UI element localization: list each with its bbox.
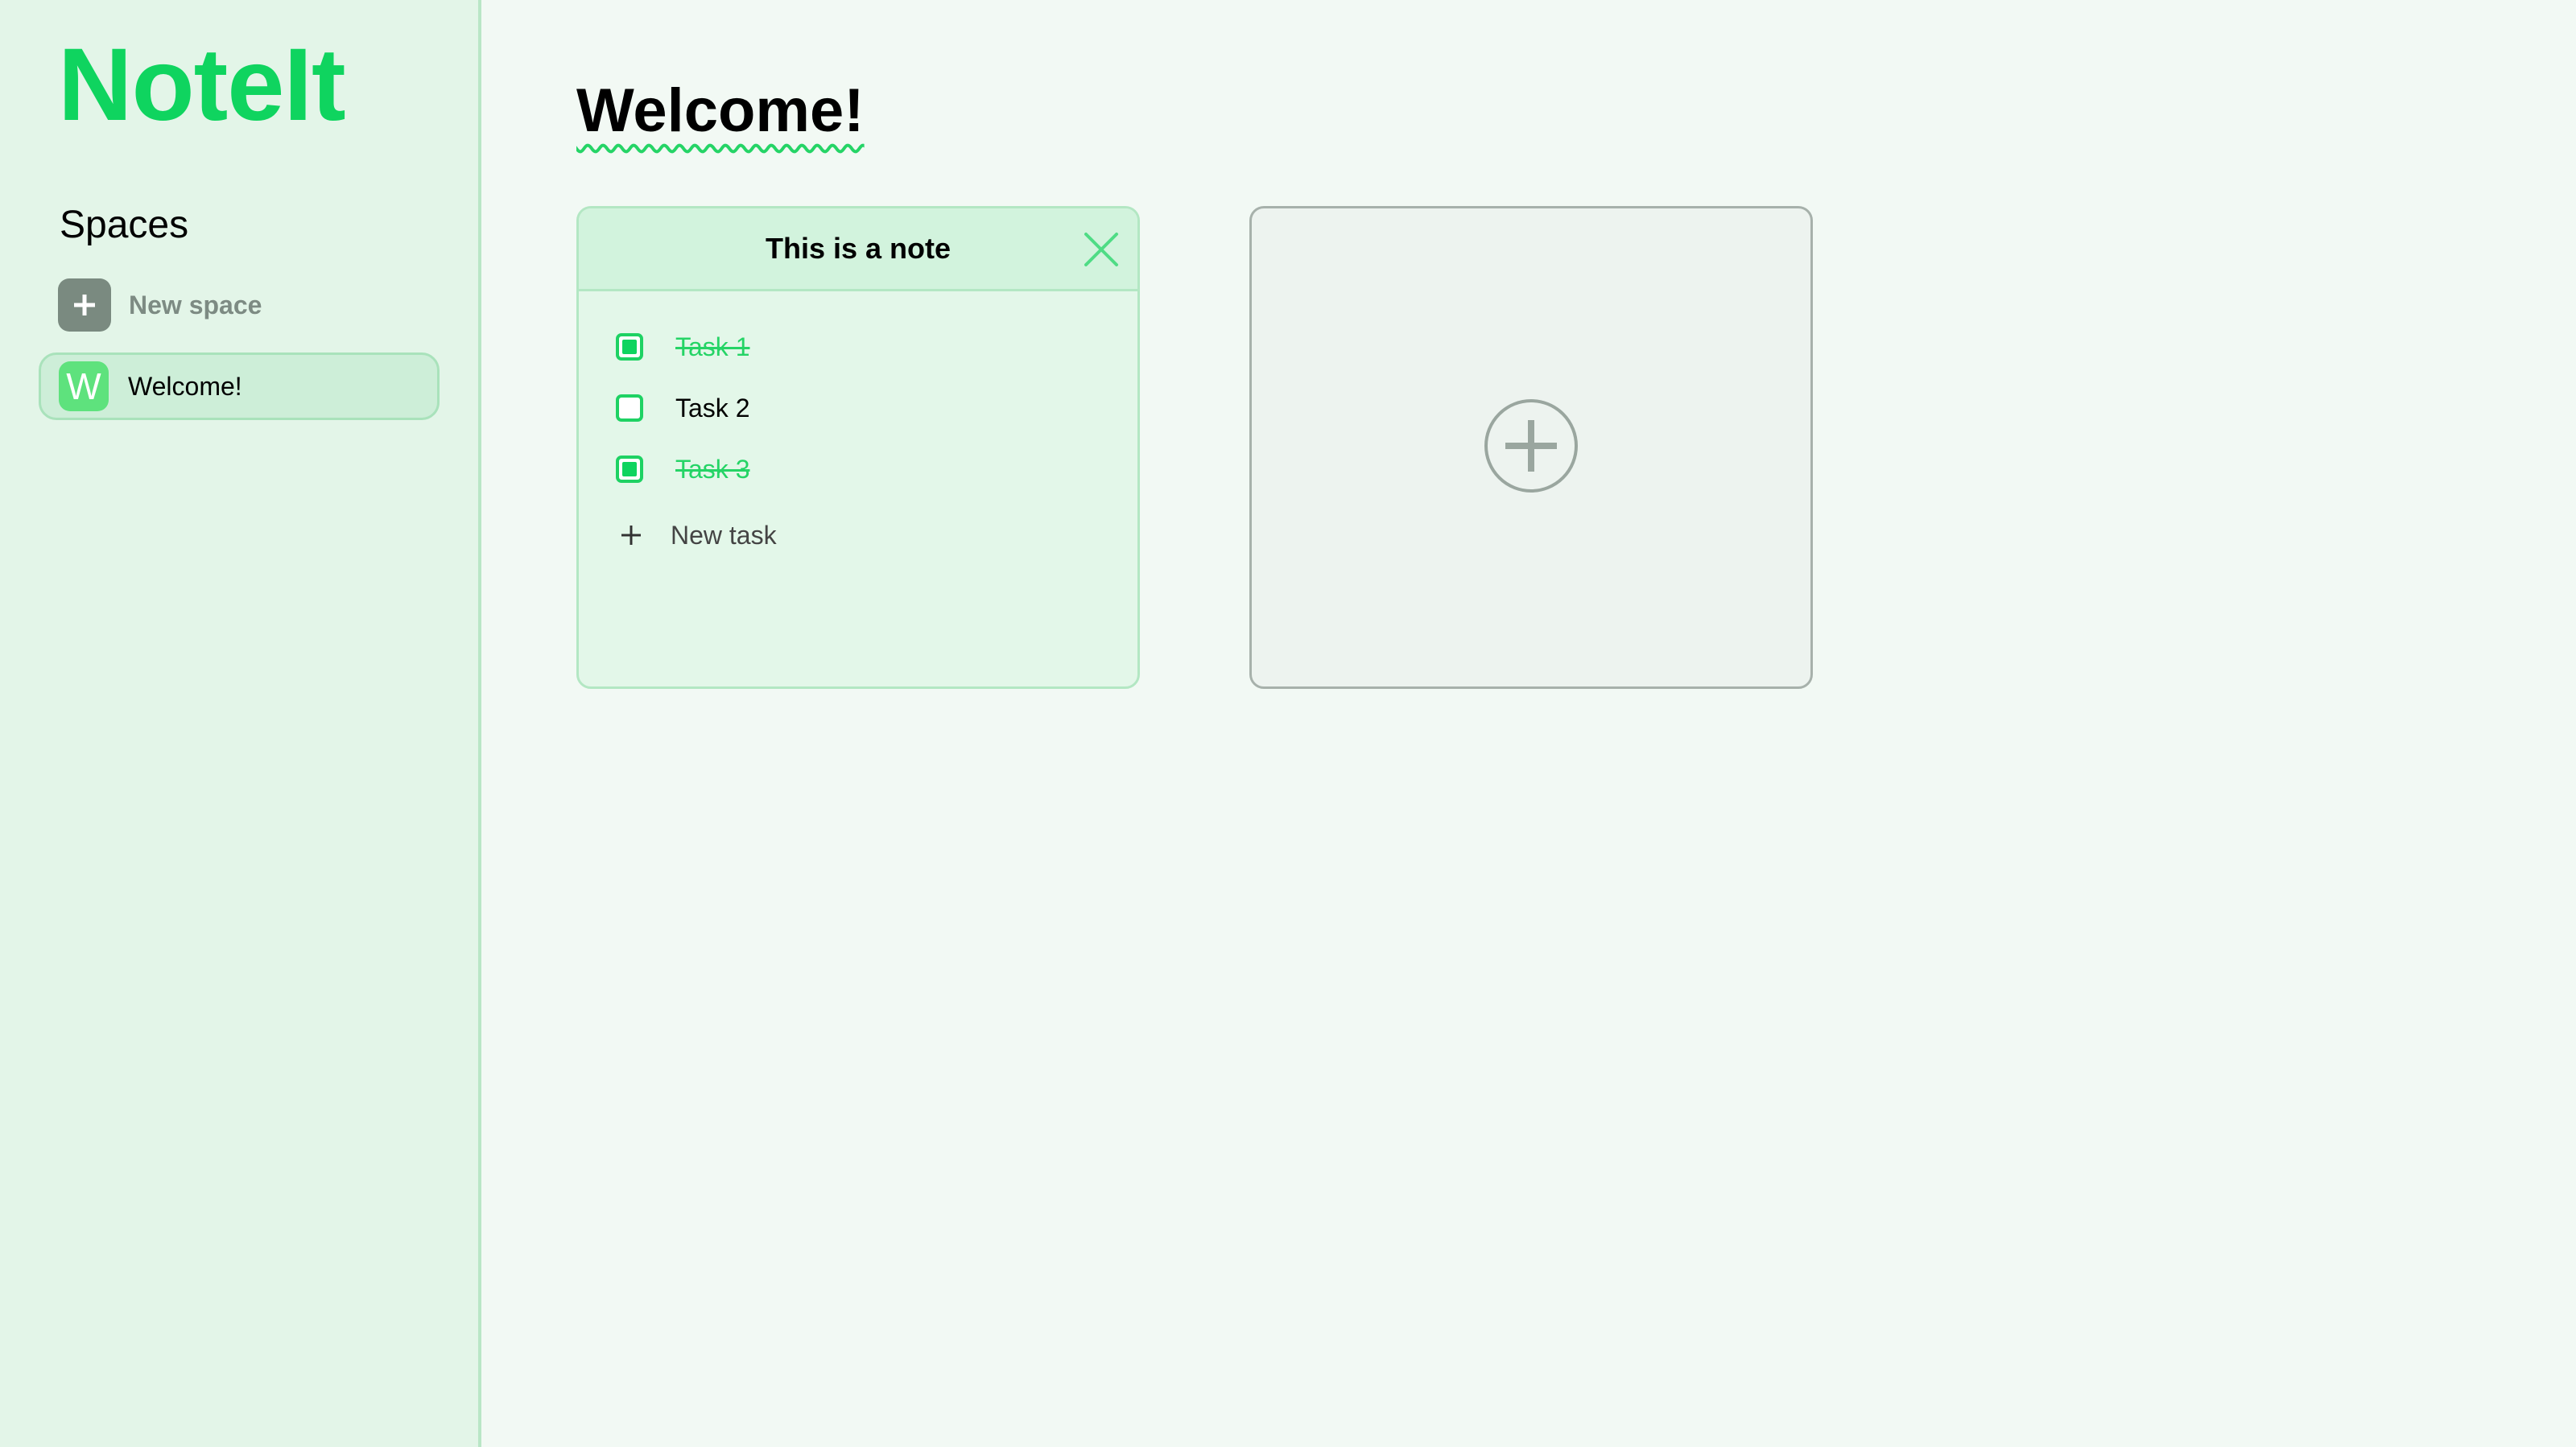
plus-icon (617, 521, 645, 549)
task-checkbox[interactable] (616, 456, 643, 483)
plus-icon (58, 278, 111, 332)
close-icon[interactable] (1083, 231, 1120, 268)
task-checkbox[interactable] (616, 333, 643, 361)
new-space-label: New space (129, 290, 262, 319)
new-task-button[interactable]: New task (616, 503, 777, 567)
space-avatar: W (59, 361, 109, 411)
note-title[interactable]: This is a note (766, 232, 951, 266)
sidebar: NoteIt Spaces New space W Welcome! (0, 0, 481, 1447)
new-space-button[interactable]: New space (58, 278, 262, 332)
task-item: Task 1 (616, 316, 777, 377)
space-label: Welcome! (128, 371, 242, 401)
spaces-heading: Spaces (60, 204, 189, 246)
app-logo: NoteIt (58, 27, 346, 142)
new-task-label: New task (671, 520, 777, 550)
task-list: Task 1 Task 2 Task 3 New task (616, 316, 777, 567)
note-card: This is a note Task 1 Task 2 Task 3 New … (576, 206, 1140, 689)
page-title[interactable]: Welcome! (576, 80, 865, 142)
task-label[interactable]: Task 3 (675, 455, 749, 484)
task-label[interactable]: Task 2 (675, 394, 749, 423)
task-checkbox[interactable] (616, 394, 643, 422)
task-label[interactable]: Task 1 (675, 332, 749, 362)
add-note-button[interactable] (1249, 206, 1813, 689)
note-header: This is a note (579, 208, 1137, 291)
sidebar-item-welcome[interactable]: W Welcome! (39, 352, 440, 420)
task-item: Task 2 (616, 377, 777, 439)
task-item: Task 3 (616, 439, 777, 500)
plus-circle-icon (1483, 398, 1579, 498)
